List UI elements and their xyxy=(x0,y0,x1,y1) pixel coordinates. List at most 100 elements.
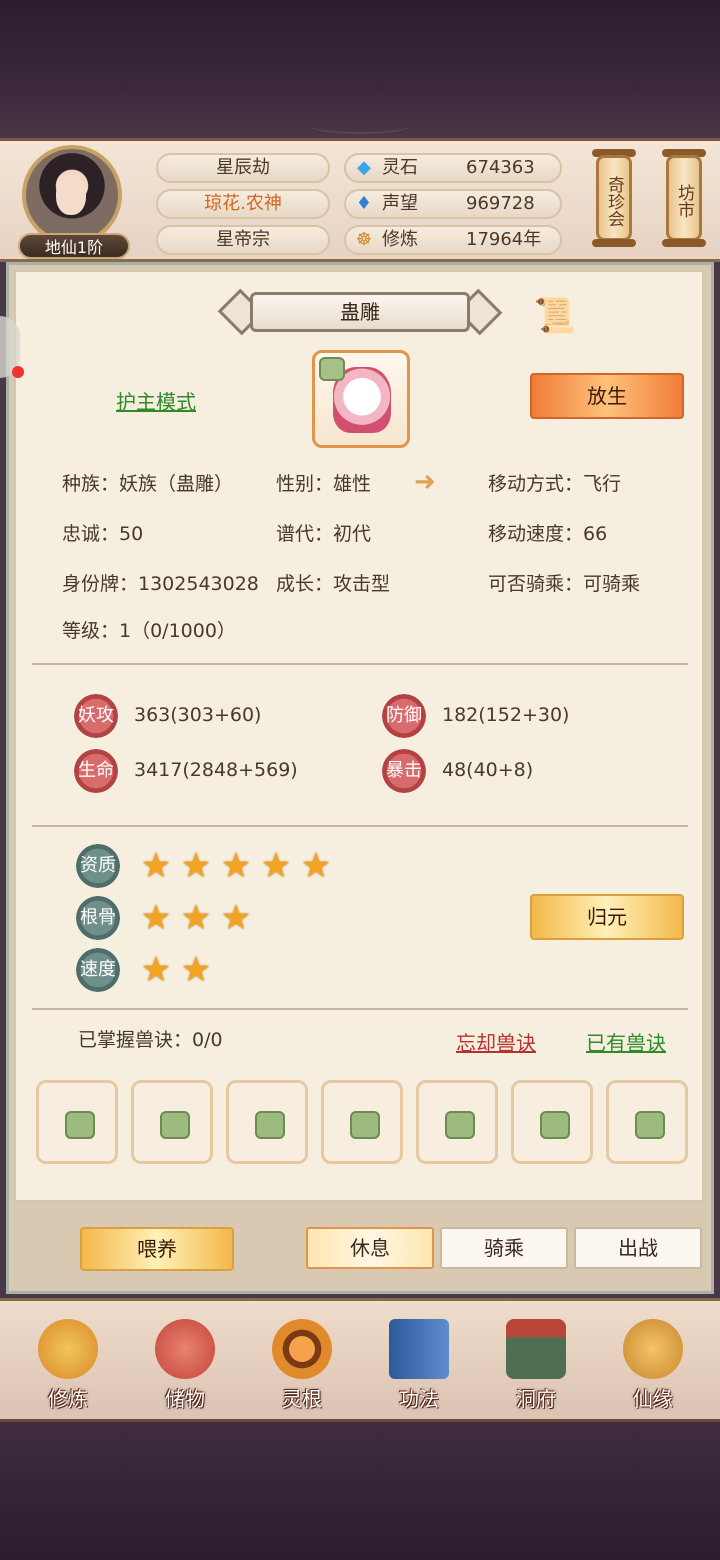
scroll-cap-bottom xyxy=(592,239,636,247)
resource-value: 969728 xyxy=(466,193,535,214)
expand-arrow-icon[interactable]: ➜ xyxy=(414,468,442,496)
gourd-icon xyxy=(623,1319,683,1379)
tab-rest[interactable]: 休息 xyxy=(306,1227,434,1269)
pet-name-plate: 蛊雕 xyxy=(217,288,503,336)
nav-label: 功法 xyxy=(399,1387,439,1411)
resource-value: 17964年 xyxy=(466,229,542,250)
market-button[interactable]: 坊市 xyxy=(666,155,702,241)
resource-label: 声望 xyxy=(382,193,418,214)
nav-label: 修炼 xyxy=(48,1387,88,1411)
reputation-icon: ♦ xyxy=(355,193,373,214)
resource-label: 灵石 xyxy=(382,157,418,178)
attr-move-speed: 移动速度：66 xyxy=(488,523,608,545)
attr-level: 等级：1（0/1000） xyxy=(62,620,236,642)
tab-battle[interactable]: 出战 xyxy=(574,1227,702,1269)
mastered-skills-count: 已掌握兽诀：0/0 xyxy=(78,1029,223,1051)
nav-storage[interactable]: 储物 xyxy=(135,1301,235,1421)
tab-ride[interactable]: 骑乘 xyxy=(440,1227,568,1269)
stat-badge: 防御 xyxy=(382,694,426,738)
lock-icon xyxy=(255,1111,285,1139)
lock-icon xyxy=(160,1111,190,1139)
star-icon: ★ xyxy=(300,846,332,886)
skill-slot[interactable] xyxy=(321,1080,403,1164)
release-button[interactable]: 放生 xyxy=(530,373,684,419)
skill-slot[interactable] xyxy=(226,1080,308,1164)
bottom-nav: 修炼 储物 灵根 功法 洞府 仙缘 xyxy=(0,1298,720,1422)
player-title[interactable]: 琼花.农神 xyxy=(156,189,330,219)
bottom-dark-band xyxy=(0,1422,720,1560)
top-ornament xyxy=(310,118,410,134)
avatar-face xyxy=(56,175,86,215)
stat-badge: 妖攻 xyxy=(74,694,118,738)
star-icon: ★ xyxy=(220,898,252,938)
stat-badge: 暴击 xyxy=(382,749,426,793)
attr-gender: 性别：雄性 xyxy=(276,473,372,495)
star-icon: ★ xyxy=(140,846,172,886)
pet-name: 蛊雕 xyxy=(250,292,470,332)
feed-button[interactable]: 喂养 xyxy=(80,1227,234,1271)
star-icon: ★ xyxy=(180,846,212,886)
pet-portrait[interactable] xyxy=(312,350,410,448)
notification-dot xyxy=(12,366,24,378)
lock-icon xyxy=(540,1111,570,1139)
star-icon: ★ xyxy=(140,898,172,938)
lock-icon xyxy=(445,1111,475,1139)
skill-slot[interactable] xyxy=(606,1080,688,1164)
aptitude-badge: 速度 xyxy=(76,948,120,992)
star-icon: ★ xyxy=(140,950,172,990)
top-dark-band xyxy=(0,0,720,138)
spirit-root-icon xyxy=(272,1319,332,1379)
scroll-cap-bottom xyxy=(662,239,706,247)
resource-value: 674363 xyxy=(466,157,535,178)
resource-label: 修炼 xyxy=(382,229,418,250)
player-header: 地仙1阶 星辰劫 琼花.农神 星帝宗 ◆ 灵石 674363 ♦ 声望 9697… xyxy=(0,138,720,262)
lock-icon xyxy=(635,1111,665,1139)
bag-icon xyxy=(155,1319,215,1379)
skill-slot[interactable] xyxy=(36,1080,118,1164)
attr-race: 种族：妖族（蛊雕） xyxy=(62,473,234,495)
nav-fate[interactable]: 仙缘 xyxy=(603,1301,703,1421)
book-icon xyxy=(389,1319,449,1379)
nav-label: 洞府 xyxy=(516,1387,556,1411)
divider xyxy=(32,825,688,827)
nav-spirit-root[interactable]: 灵根 xyxy=(252,1301,352,1421)
attr-generation: 谱代：初代 xyxy=(276,523,372,545)
nav-cultivate[interactable]: 修炼 xyxy=(18,1301,118,1421)
owned-skills-link[interactable]: 已有兽诀 xyxy=(586,1027,666,1056)
treasure-fair-button[interactable]: 奇珍会 xyxy=(596,155,632,241)
stat-attack-value: 363(303+60) xyxy=(134,704,262,726)
spirit-stone-icon: ◆ xyxy=(357,157,371,178)
avatar-block[interactable]: 地仙1阶 xyxy=(18,145,130,259)
player-sect: 星帝宗 xyxy=(156,225,330,255)
lock-icon xyxy=(319,357,345,381)
resource-cultivation: ☸ 修炼 17964年 xyxy=(344,225,562,255)
nav-techniques[interactable]: 功法 xyxy=(369,1301,469,1421)
skill-slot[interactable] xyxy=(416,1080,498,1164)
player-name: 星辰劫 xyxy=(156,153,330,183)
resource-reputation: ♦ 声望 969728 xyxy=(344,189,562,219)
rename-book-icon[interactable]: 📜 xyxy=(528,294,582,338)
cultivation-icon: ☸ xyxy=(355,229,373,250)
lock-icon xyxy=(65,1111,95,1139)
nav-cave-house[interactable]: 洞府 xyxy=(486,1301,586,1421)
lock-icon xyxy=(350,1111,380,1139)
monk-icon xyxy=(38,1319,98,1379)
attr-id-tag: 身份牌：1302543028 xyxy=(62,573,259,595)
guard-mode-link[interactable]: 护主模式 xyxy=(116,386,196,415)
attr-loyalty: 忠诚：50 xyxy=(62,523,144,545)
divider xyxy=(32,1008,688,1010)
star-icon: ★ xyxy=(180,950,212,990)
skill-slot[interactable] xyxy=(131,1080,213,1164)
stat-defense-value: 182(152+30) xyxy=(442,704,570,726)
stat-badge: 生命 xyxy=(74,749,118,793)
return-origin-button[interactable]: 归元 xyxy=(530,894,684,940)
star-icon: ★ xyxy=(180,898,212,938)
attr-rideable: 可否骑乘：可骑乘 xyxy=(488,573,641,595)
forget-skill-link[interactable]: 忘却兽诀 xyxy=(456,1027,536,1056)
stat-crit-value: 48(40+8) xyxy=(442,759,534,781)
skill-slot[interactable] xyxy=(511,1080,593,1164)
stat-hp-value: 3417(2848+569) xyxy=(134,759,298,781)
aptitude-badge: 根骨 xyxy=(76,896,120,940)
nav-label: 仙缘 xyxy=(633,1387,673,1411)
attr-growth: 成长：攻击型 xyxy=(276,573,391,595)
